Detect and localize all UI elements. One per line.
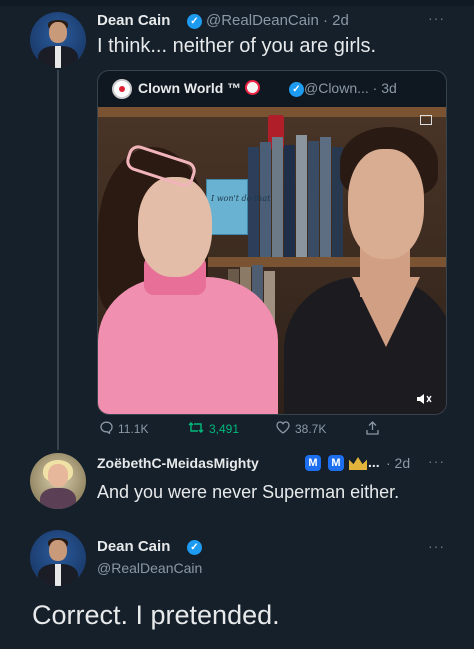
avatar-dean-cain[interactable] (30, 12, 86, 68)
tweet2-author-name[interactable]: ZoëbethC-MeidasMighty (97, 455, 259, 471)
share-icon (366, 421, 379, 438)
clown-emoji-icon (245, 80, 261, 95)
tweet3-author-name[interactable]: Dean Cain (97, 538, 170, 555)
top-divider (0, 0, 474, 6)
clown-world-avatar[interactable] (112, 79, 132, 99)
avatar-zoebethc[interactable] (30, 453, 86, 509)
captions-icon[interactable] (420, 115, 432, 125)
book-cover: I won't do that (206, 179, 270, 235)
quoted-tweet-header: Clown World ™ ✓ @Clown... · 3d (98, 71, 446, 107)
tweet3-text: Correct. I pretended. (32, 600, 280, 630)
retweet-button[interactable]: 3,491 (188, 421, 239, 437)
tweet2-text: And you were never Superman either. (97, 482, 400, 502)
more-options-icon[interactable]: ··· (428, 10, 445, 26)
verified-badge-icon: ✓ (187, 14, 202, 29)
video-player[interactable]: I won't do that (98, 107, 446, 414)
tweet2-time[interactable]: · 2d (386, 455, 410, 471)
mute-icon[interactable] (416, 392, 432, 406)
quoted-tweet-author-name[interactable]: Clown World ™ (138, 80, 261, 96)
more-options-icon[interactable]: ··· (428, 453, 445, 469)
like-icon (276, 421, 290, 437)
retweet-icon (188, 421, 204, 437)
quoted-tweet-handle[interactable]: @Clown... · 3d (304, 80, 397, 96)
avatar-dean-cain[interactable] (30, 530, 86, 586)
more-options-icon[interactable]: ··· (428, 538, 445, 554)
crown-icon (349, 457, 367, 470)
person-pink-shirt (98, 277, 278, 414)
share-button[interactable] (366, 421, 384, 438)
like-button[interactable]: 38.7K (276, 421, 326, 437)
tweet1-handle[interactable]: @RealDeanCain · 2d (206, 12, 349, 29)
tweet3-handle[interactable]: @RealDeanCain (97, 560, 202, 576)
reply-icon (100, 421, 113, 437)
tweet1-author-name[interactable]: Dean Cain (97, 12, 170, 29)
quoted-tweet-card[interactable]: Clown World ™ ✓ @Clown... · 3d I won't d… (97, 70, 447, 415)
meidas-badge-icon: M (305, 455, 321, 471)
meidas-badge-icon: M (328, 455, 344, 471)
verified-badge-icon: ✓ (289, 82, 304, 97)
verified-badge-icon: ✓ (187, 540, 202, 555)
thread-line (57, 70, 59, 450)
reply-button[interactable]: 11.1K (100, 421, 148, 437)
tweet1-text: I think... neither of you are girls. (97, 35, 377, 57)
tweet2-ellipsis: ... (368, 454, 380, 470)
